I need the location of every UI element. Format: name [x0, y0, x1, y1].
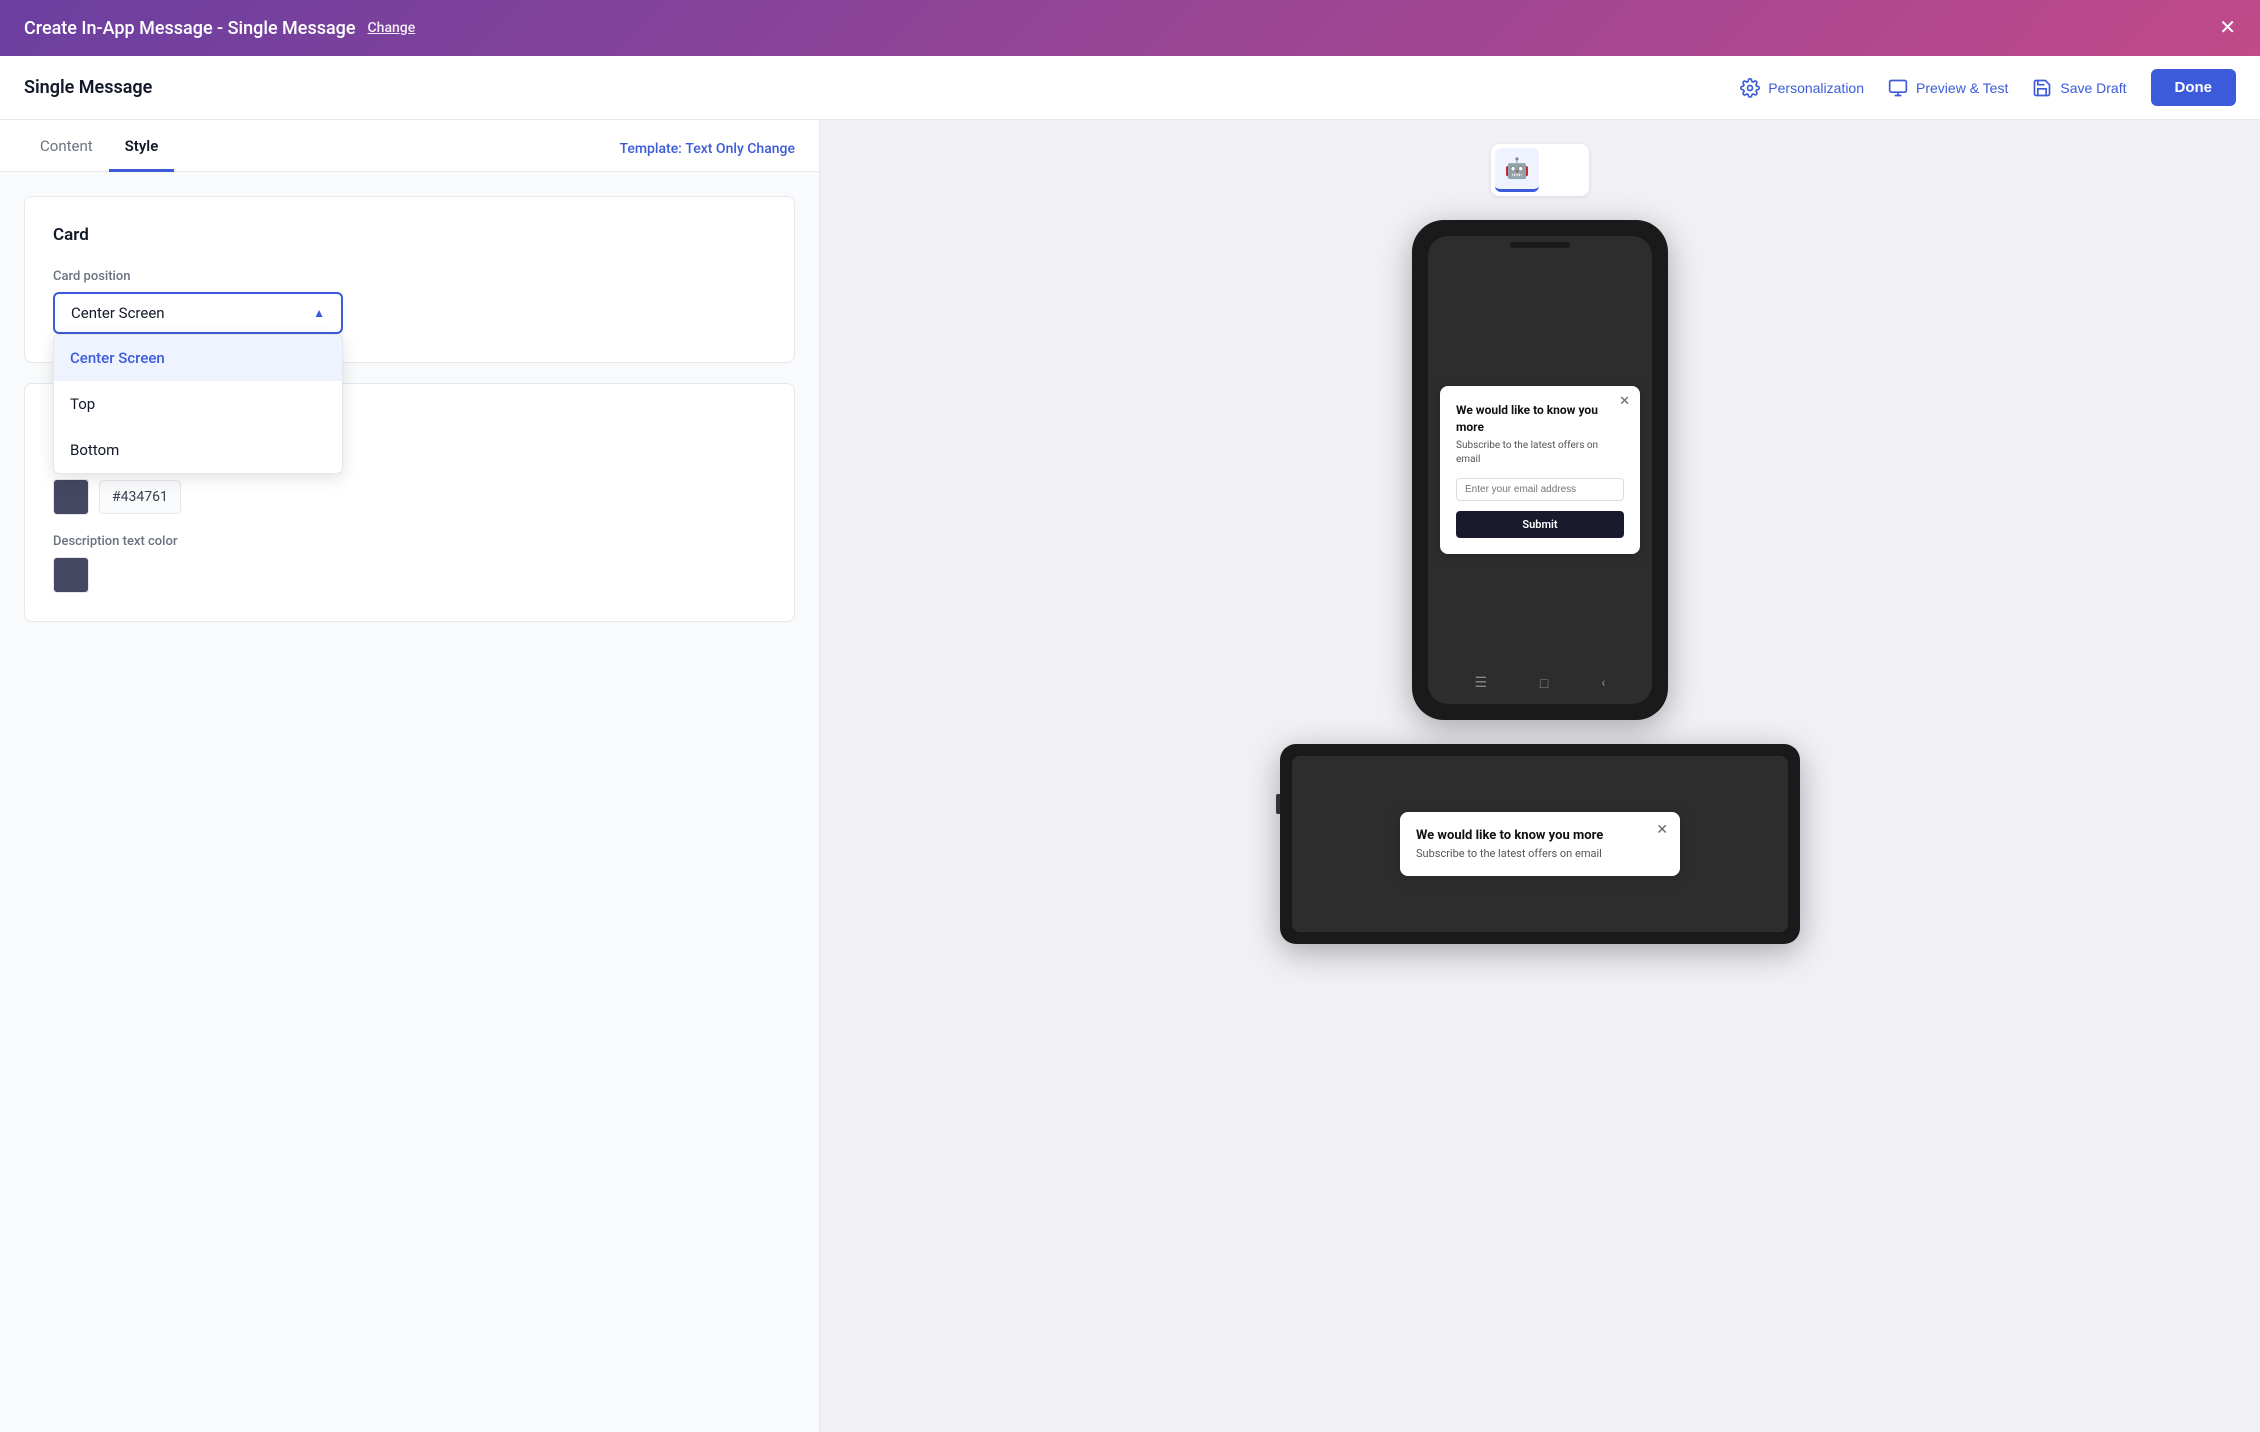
- tablet-card-subtitle: Subscribe to the latest offers on email: [1416, 847, 1664, 860]
- sub-header: Single Message Personalization Preview &…: [0, 56, 2260, 120]
- card-section: Card Card position Center Screen ▲ Cente…: [24, 196, 795, 363]
- android-device-button[interactable]: 🤖: [1495, 148, 1539, 192]
- chevron-up-icon: ▲: [313, 306, 325, 320]
- save-draft-label: Save Draft: [2060, 80, 2126, 96]
- device-switcher: 🤖: [1491, 144, 1589, 196]
- left-panel: Content Style Template: Text Only Change…: [0, 120, 820, 1432]
- dropdown-item-bottom[interactable]: Bottom: [54, 427, 342, 473]
- phone-nav-bar: ☰ □ ‹: [1428, 671, 1652, 696]
- right-panel: 🤖 ✕ We would like to know you more Subsc…: [820, 120, 2260, 1432]
- dropdown-item-top[interactable]: Top: [54, 381, 342, 427]
- eye-icon: [1888, 78, 1908, 98]
- tab-bar: Content Style Template: Text Only Change: [0, 120, 819, 172]
- template-name: Text Only: [685, 141, 743, 157]
- phone-card-email-input[interactable]: [1456, 478, 1624, 501]
- tablet-card-close-icon[interactable]: ✕: [1656, 822, 1668, 838]
- phone-notch: [1510, 242, 1570, 248]
- preview-test-label: Preview & Test: [1916, 80, 2008, 96]
- dropdown-menu: Center Screen Top Bottom: [53, 334, 343, 474]
- phone-card-close-icon[interactable]: ✕: [1619, 394, 1630, 409]
- personalization-label: Personalization: [1768, 80, 1864, 96]
- page-title: Single Message: [24, 77, 152, 98]
- app-header-title-group: Create In-App Message - Single Message C…: [24, 18, 415, 39]
- personalization-button[interactable]: Personalization: [1740, 78, 1864, 98]
- desc-color-label: Description text color: [53, 534, 766, 549]
- android-icon: 🤖: [1505, 156, 1530, 181]
- phone-card-title: We would like to know you more: [1456, 402, 1608, 436]
- card-position-label: Card position: [53, 269, 766, 284]
- phone-card-submit-button[interactable]: Submit: [1456, 511, 1624, 538]
- tab-content[interactable]: Content: [24, 123, 109, 172]
- nav-home-icon: □: [1540, 675, 1548, 692]
- phone-mockup: ✕ We would like to know you more Subscri…: [1412, 220, 1668, 720]
- desc-color-swatch[interactable]: [53, 557, 89, 593]
- tablet-card-title: We would like to know you more: [1416, 828, 1644, 843]
- app-header: Create In-App Message - Single Message C…: [0, 0, 2260, 56]
- save-icon: [2032, 78, 2052, 98]
- title-color-swatch[interactable]: [53, 479, 89, 515]
- preview-test-button[interactable]: Preview & Test: [1888, 78, 2008, 98]
- ios-device-button[interactable]: [1541, 148, 1585, 192]
- dropdown-selected-value: Center Screen: [71, 304, 165, 322]
- nav-menu-icon: ☰: [1474, 675, 1487, 692]
- header-change-link[interactable]: Change: [368, 20, 416, 36]
- toolbar: Personalization Preview & Test Save Draf…: [1740, 69, 2236, 106]
- tablet-screen: ✕ We would like to know you more Subscri…: [1292, 756, 1788, 932]
- gear-icon: [1740, 78, 1760, 98]
- tablet-in-app-card: ✕ We would like to know you more Subscri…: [1400, 812, 1680, 876]
- content-area: Card Card position Center Screen ▲ Cente…: [0, 172, 819, 666]
- dropdown-selected[interactable]: Center Screen ▲: [53, 292, 343, 334]
- main-layout: Content Style Template: Text Only Change…: [0, 120, 2260, 1432]
- desc-color-field: [53, 557, 766, 593]
- phone-in-app-card: ✕ We would like to know you more Subscri…: [1440, 386, 1640, 555]
- title-color-field: #434761: [53, 479, 766, 515]
- close-button[interactable]: ✕: [2219, 18, 2236, 38]
- tablet-side-button: [1276, 794, 1280, 814]
- nav-back-icon: ‹: [1601, 675, 1605, 692]
- app-title: Create In-App Message - Single Message: [24, 18, 356, 39]
- card-section-title: Card: [53, 225, 766, 245]
- phone-card-subtitle: Subscribe to the latest offers on email: [1456, 439, 1624, 467]
- tab-style[interactable]: Style: [109, 123, 175, 172]
- template-info: Template: Text Only Change: [619, 141, 795, 171]
- done-button[interactable]: Done: [2151, 69, 2237, 106]
- phone-screen: ✕ We would like to know you more Subscri…: [1428, 236, 1652, 704]
- card-position-dropdown[interactable]: Center Screen ▲ Center Screen Top Bottom: [53, 292, 343, 334]
- save-draft-button[interactable]: Save Draft: [2032, 78, 2126, 98]
- tablet-mockup: ✕ We would like to know you more Subscri…: [1280, 744, 1800, 944]
- template-change-link[interactable]: Change: [747, 141, 795, 157]
- title-color-value[interactable]: #434761: [99, 480, 181, 514]
- dropdown-item-center[interactable]: Center Screen: [54, 335, 342, 381]
